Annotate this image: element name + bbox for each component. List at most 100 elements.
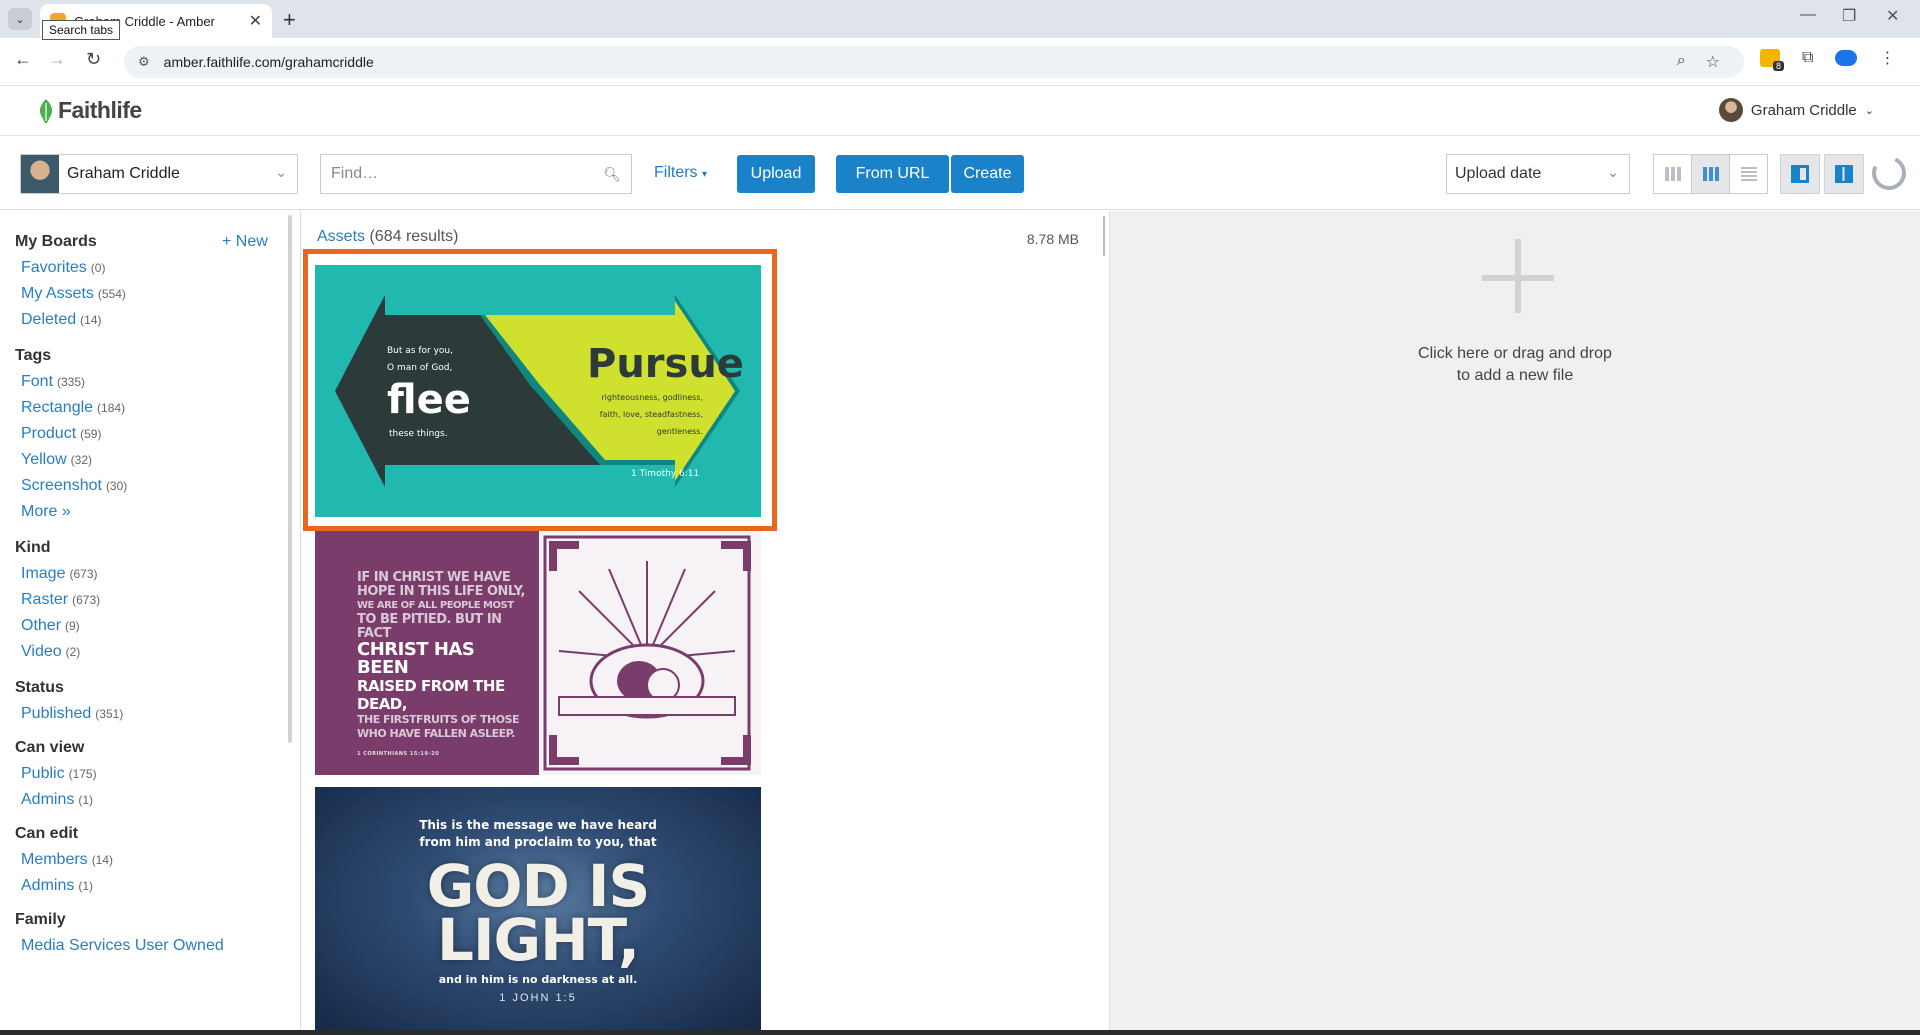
- extensions-puzzle-icon[interactable]: ⧉: [1802, 49, 1813, 67]
- close-window-icon[interactable]: ✕: [1886, 6, 1899, 26]
- sidebar-item[interactable]: Other (9): [15, 613, 296, 639]
- sidebar-item-label: Media Services User Owned: [21, 937, 224, 954]
- sidebar-item[interactable]: Font (335): [15, 369, 296, 395]
- tooltip: Search tabs: [42, 20, 121, 40]
- new-board-link[interactable]: + New: [222, 233, 268, 251]
- view-list-button[interactable]: [1729, 154, 1768, 194]
- asset-card-pursue[interactable]: But as for you, O man of God, flee these…: [315, 265, 761, 517]
- new-tab-icon[interactable]: +: [283, 7, 296, 33]
- sidebar-item-label: Raster: [21, 591, 69, 608]
- sidebar-item[interactable]: More »: [15, 499, 296, 525]
- sidebar: + New My Boards Favorites (0) My Assets (554…: [0, 211, 296, 1035]
- sidebar-section-title: Can edit: [15, 825, 79, 842]
- headline-line: LIGHT,: [436, 906, 640, 974]
- sidebar-item[interactable]: Screenshot (30): [15, 473, 296, 499]
- layout-split-button[interactable]: [1824, 154, 1864, 194]
- split-layout-icon: [1835, 165, 1853, 183]
- chevron-down-icon: ⌄: [1607, 164, 1619, 180]
- sidebar-item[interactable]: Rectangle (184): [15, 395, 296, 421]
- sidebar-item[interactable]: Admins (1): [15, 873, 296, 899]
- sidebar-item[interactable]: Raster (673): [15, 587, 296, 613]
- verse-reference: 1 CORINTHIANS 15:19–20: [357, 751, 440, 757]
- sidebar-item[interactable]: Members (14): [15, 847, 296, 873]
- user-menu[interactable]: Graham Criddle ⌄: [1718, 98, 1874, 122]
- profile-icon[interactable]: [1835, 50, 1858, 66]
- faithlife-logo[interactable]: Faithlife: [38, 97, 142, 124]
- empty-tomb-illustration: [539, 531, 761, 775]
- upload-drop-zone[interactable]: Click here or drag and drop to add a new…: [1110, 211, 1920, 1035]
- verse-line: righteousness, godliness,: [601, 393, 703, 402]
- refresh-icon[interactable]: [1867, 151, 1911, 195]
- from-url-button[interactable]: From URL: [836, 155, 949, 193]
- drop-line: to add a new file: [1456, 367, 1574, 384]
- sidebar-item[interactable]: Image (673): [15, 561, 296, 587]
- sidebar-item-count: (14): [91, 853, 114, 867]
- url-text: amber.faithlife.com/grahamcriddle: [163, 54, 374, 70]
- view-mode-group: [1653, 154, 1768, 194]
- back-icon[interactable]: ←: [14, 49, 32, 70]
- sidebar-item-count: (9): [65, 619, 80, 633]
- forward-icon[interactable]: →: [48, 49, 66, 70]
- headline-line: GOD IS: [426, 852, 651, 920]
- sidebar-section: Status Published (351): [15, 679, 296, 727]
- url-field[interactable]: ⚙ amber.faithlife.com/grahamcriddle ⌕ ☆: [124, 46, 1744, 78]
- search-icon[interactable]: 🔍︎: [603, 166, 621, 183]
- verse-line: O man of God,: [387, 363, 453, 373]
- assets-link[interactable]: Assets: [317, 228, 365, 245]
- owner-select[interactable]: Graham Criddle ⌄: [20, 154, 298, 194]
- verse-reference: 1 JOHN 1:5: [499, 992, 577, 1004]
- sidebar-item[interactable]: Public (175): [15, 761, 296, 787]
- search-box: 🔍︎: [320, 154, 632, 194]
- plus-icon: [1482, 239, 1554, 313]
- asset-card-god-is-light[interactable]: This is the message we have heard from h…: [315, 787, 761, 1035]
- upload-button[interactable]: Upload: [737, 155, 815, 193]
- sidebar-item[interactable]: Product (59): [15, 421, 296, 447]
- sidebar-item-count: (32): [70, 453, 93, 467]
- sidebar-item[interactable]: Video (2): [15, 639, 296, 665]
- site-info-icon[interactable]: ⚙: [138, 54, 150, 70]
- pursue-text: Pursue: [587, 341, 744, 387]
- tab-search-button[interactable]: ⌄: [8, 8, 32, 30]
- leaf-icon: [39, 98, 53, 123]
- layout-panel-button[interactable]: [1780, 154, 1820, 194]
- verse-line: This is the message we have heard: [419, 818, 657, 832]
- extension-icon[interactable]: 8: [1760, 49, 1784, 71]
- sidebar-item[interactable]: Yellow (32): [15, 447, 296, 473]
- drop-instructions: Click here or drag and drop to add a new…: [1110, 343, 1920, 387]
- sidebar-item-label: Admins: [21, 791, 75, 808]
- view-grid-button[interactable]: [1691, 154, 1730, 194]
- sidebar-section: Family Media Services User Owned: [15, 911, 296, 959]
- view-small-grid-button[interactable]: [1653, 154, 1692, 194]
- sidebar-item-count: (1): [78, 879, 94, 893]
- address-bar-row: ← → ↻ ⚙ amber.faithlife.com/grahamcriddl…: [0, 38, 1920, 86]
- verse-line: HOPE IN THIS LIFE ONLY,: [357, 584, 525, 599]
- app-header: Faithlife Graham Criddle ⌄: [0, 86, 1920, 136]
- sort-select[interactable]: Upload date ⌄: [1446, 154, 1630, 194]
- sidebar-item[interactable]: Favorites (0): [15, 255, 296, 281]
- zoom-icon[interactable]: ⌕: [1677, 52, 1686, 72]
- sidebar-item[interactable]: Deleted (14): [15, 307, 296, 333]
- sidebar-item-count: (14): [80, 313, 102, 327]
- sidebar-item[interactable]: Admins (1): [15, 787, 296, 813]
- owner-name: Graham Criddle: [67, 165, 180, 182]
- sidebar-scrollbar[interactable]: [288, 215, 292, 743]
- bookmark-star-icon[interactable]: ☆: [1706, 52, 1720, 72]
- assets-header: Assets (684 results): [317, 228, 458, 246]
- sidebar-item[interactable]: Published (351): [15, 701, 296, 727]
- reload-icon[interactable]: ↻: [86, 49, 101, 70]
- create-button[interactable]: Create: [951, 155, 1024, 193]
- chevron-down-icon: ⌄: [275, 164, 287, 180]
- asset-card-christ-raised[interactable]: IF IN CHRIST WE HAVE HOPE IN THIS LIFE O…: [315, 531, 761, 775]
- search-input[interactable]: [331, 165, 604, 183]
- panel-splitter[interactable]: [1103, 216, 1105, 256]
- sidebar-item-label: Members: [21, 851, 88, 868]
- sidebar-section-title: Can view: [15, 739, 85, 756]
- close-tab-icon[interactable]: ✕: [249, 11, 262, 31]
- restore-icon[interactable]: ❐: [1842, 6, 1856, 26]
- browser-menu-icon[interactable]: ⋮: [1879, 48, 1895, 68]
- sidebar-item[interactable]: Media Services User Owned: [15, 933, 296, 959]
- verse-line: CHRIST HAS BEEN: [357, 639, 475, 678]
- minimize-icon[interactable]: —: [1800, 6, 1816, 24]
- filters-dropdown[interactable]: Filters ▾: [654, 164, 707, 182]
- sidebar-item[interactable]: My Assets (554): [15, 281, 296, 307]
